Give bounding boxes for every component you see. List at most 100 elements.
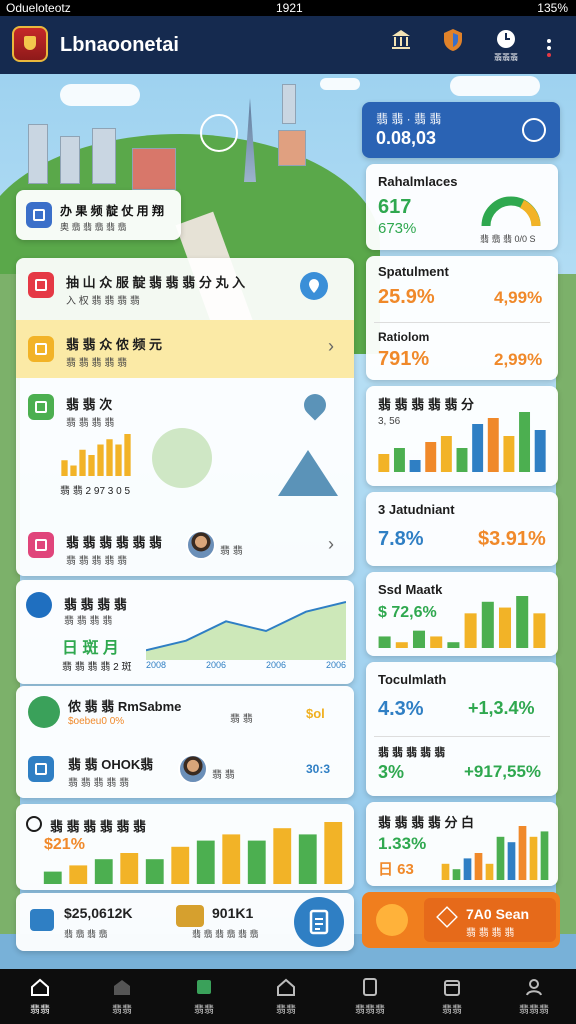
calendar-icon (28, 532, 54, 558)
account-button[interactable]: 翡翡翡 (488, 26, 524, 62)
home-icon (31, 978, 49, 996)
file-icon (363, 978, 377, 996)
list-item-title: 翡 翡 翡 翡 翡 翡 (66, 535, 163, 550)
chart-bar (529, 836, 538, 880)
metric-value: +1,3.4% (468, 698, 535, 718)
metric-card[interactable]: Toculmlath 4.3% +1,3.4% 翡 翡 翡 翡 翡 3% +91… (366, 662, 558, 796)
metric-card[interactable]: Rahalmlaces 617 673% 翡 翡 翡 0/0 S (366, 164, 558, 250)
status-bar: Odueloteotz 1921 135% (0, 0, 576, 16)
chart-bar (393, 448, 405, 472)
promo-row[interactable]: 侬 翡 翡 RmSabme $oebeu0 0% 翡 翡 $ol (16, 686, 354, 742)
summary-label: 翡 翡 翡 翡 (64, 929, 108, 939)
promo-right: $ol (306, 706, 325, 721)
chart-bar (516, 596, 529, 648)
metric-value: 2,99% (494, 350, 543, 369)
chart-bar (472, 424, 484, 472)
chart-bar (70, 465, 77, 476)
chart-bar (425, 442, 437, 472)
nav-item-profile[interactable]: 翡翡翡 (504, 977, 564, 1016)
app-logo (12, 26, 48, 62)
chart-bar (298, 834, 317, 884)
settings-icon (522, 118, 546, 142)
right-header-card[interactable]: 翡 翡 · 翡 翡 0.08,03 (362, 102, 560, 158)
avatar (186, 530, 216, 560)
chart-bar (440, 436, 452, 472)
grid-icon (28, 394, 54, 420)
nav-item-building[interactable]: 翡翡 (92, 977, 152, 1016)
mini-bar-chart (61, 434, 131, 476)
nav-item-services[interactable]: 翡翡 (174, 977, 234, 1016)
chart-bar (124, 434, 131, 476)
list-item[interactable]: 翡 翡 次 翡 翡 翡 翡 翡 翡 2 97 3 0 5 (16, 378, 354, 518)
chart-bar (485, 863, 494, 880)
chart-bar (409, 460, 421, 472)
list-item-title: 翡 翡 众 侬 频 元 (66, 337, 163, 352)
chart-area (146, 602, 346, 660)
stats-card[interactable]: 翡 翡 翡 翡 翡 翡 $21% (16, 804, 354, 890)
hero-title: 办 果 频 靛 仗 用 翔 (60, 204, 165, 218)
nav-item-notice[interactable]: 翡翡翡 (340, 977, 400, 1016)
list-item[interactable]: 抽 山 众 服 靛 翡 翡 翡 分 丸 入 入 权 翡 翡 翡 翡 (16, 258, 354, 320)
bottom-nav: 翡翡 翡翡 翡翡 翡翡 翡翡翡 翡翡 翡翡翡 (0, 969, 576, 1024)
chart-bar (464, 613, 477, 648)
app-bar: Lbnaoonetai 翡翡翡 (0, 16, 576, 74)
stats-bar-chart (43, 822, 343, 884)
nav-label: 翡翡 (30, 1005, 50, 1016)
metric-title: Toculmlath (378, 672, 447, 687)
metric-sub: 673% (378, 220, 417, 237)
metric-card[interactable]: Spatulment 25.9% 4,99% Ratiolom 791% 2,9… (366, 256, 558, 380)
chart-bar (120, 853, 139, 884)
chart-bar (430, 636, 443, 648)
promo-subtitle: $oebeu0 0% (68, 716, 125, 727)
hero-card[interactable]: 办 果 频 靛 仗 用 翔 奥 翡 翡 翡 翡 翡 (16, 190, 181, 240)
wifi-icon (26, 592, 52, 618)
metric-value: 25.9% (378, 286, 435, 308)
right-bar-chart (378, 596, 546, 648)
list-item-subtitle: 翡 翡 翡 翡 翡 (66, 358, 128, 369)
metric-card[interactable]: 3 Jatudniant 7.8% $3.91% (366, 492, 558, 566)
nav-item-reports[interactable]: 翡翡 (422, 977, 482, 1016)
list-item-title: 抽 山 众 服 靛 翡 翡 翡 分 丸 入 (66, 275, 246, 290)
temple-illustration (278, 450, 338, 496)
chart-bar (507, 842, 516, 880)
list-item[interactable]: 翡 翡 翡 翡 翡 翡 翡 翡 翡 翡 翡 翡 翡 › (16, 518, 354, 576)
chart-bar (474, 853, 483, 880)
trend-card[interactable]: 翡 翡 翡 翡 翡 翡 翡 翡 日 斑 月 翡 翡 翡 翡 2 斑 2008 2… (16, 580, 354, 684)
chart-bar (196, 840, 215, 884)
chart-bar (518, 826, 527, 880)
scan-cta-button[interactable]: 7A0 Sean 翡 翡 翡 翡 (362, 892, 560, 948)
nav-label: 翡翡翡 (355, 1005, 385, 1016)
shield-button[interactable] (438, 26, 468, 62)
promo-row[interactable]: 翡 翡 OHOK翡 翡 翡 翡 翡 翡 翡 翡 30:3 (16, 742, 354, 798)
chart-bar (487, 418, 499, 472)
promo-subtitle: 翡 翡 翡 翡 翡 (68, 778, 130, 789)
chart-bar (395, 642, 408, 648)
chevron-right-icon: › (328, 336, 334, 356)
chart-bar (447, 642, 460, 648)
report-icon (28, 756, 54, 782)
trend-tick: 2006 (325, 660, 346, 670)
summary-card: $25,0612K 翡 翡 翡 翡 901K1 翡 翡 翡 翡 翡 翡 (16, 893, 354, 951)
metric-card[interactable]: 翡 翡 翡 翡 翡 分 3, 56 (366, 386, 558, 486)
more-menu-button[interactable] (546, 38, 552, 58)
chart-bar (496, 836, 505, 880)
promo-title: 翡 翡 OHOK翡 (68, 757, 154, 772)
avatar-label: 翡 翡 (220, 546, 243, 557)
avatar (178, 754, 208, 784)
clipboard-button[interactable] (294, 897, 344, 947)
metric-title: 翡 翡 翡 翡 翡 (378, 747, 446, 759)
nav-item-city[interactable]: 翡翡 (256, 977, 316, 1016)
list-item[interactable]: 翡 翡 众 侬 频 元 翡 翡 翡 翡 翡 › (16, 320, 354, 378)
landmark-button[interactable] (386, 26, 416, 62)
nav-item-home[interactable]: 翡翡 (10, 977, 70, 1016)
nav-label: 翡翡 (442, 1005, 462, 1016)
chart-bar (498, 607, 512, 648)
chart-bar (540, 831, 549, 880)
metric-title: Spatulment (378, 264, 449, 279)
location-badge[interactable] (300, 272, 328, 300)
trend-tick: 2006 (265, 660, 286, 670)
nav-label: 翡翡 (112, 1005, 132, 1016)
metric-card[interactable]: Ssd Maatk $ 72,6% (366, 572, 558, 656)
metric-card[interactable]: 翡 翡 翡 翡 分 白 1.33% 日 63 (366, 802, 558, 886)
metric-value: 791% (378, 348, 430, 370)
